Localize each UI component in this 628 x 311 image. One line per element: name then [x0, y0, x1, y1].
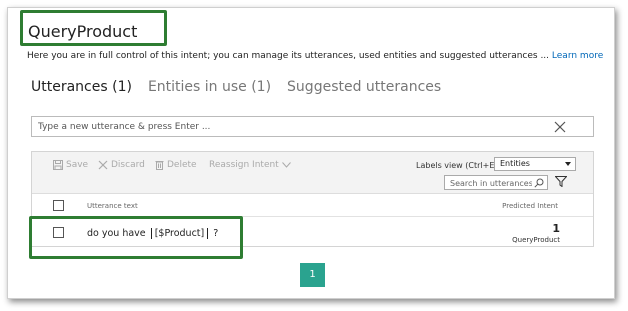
tab-utterances[interactable]: Utterances (1) [31, 79, 132, 95]
tab-entities-in-use[interactable]: Entities in use (1) [148, 79, 271, 95]
close-icon[interactable] [553, 120, 567, 134]
page-button-1[interactable]: 1 [300, 263, 325, 287]
discard-button[interactable]: Discard [98, 160, 145, 170]
learn-more-link[interactable]: Learn more [552, 51, 603, 61]
save-button[interactable]: Save [53, 160, 88, 170]
page-title: QueryProduct [28, 22, 138, 41]
discard-icon [98, 160, 108, 170]
utterance-input[interactable] [38, 120, 558, 134]
chevron-down-icon [281, 162, 291, 168]
filter-icon[interactable] [555, 176, 567, 187]
predicted-intent[interactable]: QueryProduct [512, 236, 560, 244]
select-all-checkbox[interactable] [53, 200, 64, 211]
trash-icon [155, 161, 164, 170]
predicted-intent-header: Predicted Intent [502, 202, 558, 210]
reassign-intent-button[interactable]: Reassign Intent [209, 160, 291, 170]
intent-tabs: Utterances (1) Entities in use (1) Sugge… [31, 79, 441, 95]
delete-label: Delete [167, 160, 197, 170]
tab-suggested-utterances[interactable]: Suggested utterances [287, 79, 441, 95]
labels-view-label: Labels view (Ctrl+E): [416, 161, 501, 170]
save-label: Save [66, 160, 89, 170]
delete-button[interactable]: Delete [155, 160, 197, 170]
labels-view-select[interactable]: Entities [494, 157, 576, 171]
utterance-input-box [31, 116, 594, 137]
utterance-text-header: Utterance text [87, 202, 138, 210]
utterances-toolbar: Save Discard Delete Reassign Intent Labe… [32, 152, 593, 194]
predicted-score: 1 [552, 222, 560, 235]
reassign-label: Reassign Intent [209, 160, 279, 170]
utterance-search-input[interactable] [450, 178, 532, 188]
dropdown-caret-icon [565, 162, 571, 166]
utterance-search-box [444, 175, 548, 190]
utterance-highlight-box [29, 216, 243, 259]
save-icon [53, 160, 63, 170]
table-header-row: Utterance text Predicted Intent [32, 194, 593, 217]
intent-description: Here you are in full control of this int… [27, 51, 603, 61]
labels-view-value: Entities [500, 159, 530, 168]
description-text: Here you are in full control of this int… [27, 51, 550, 61]
discard-label: Discard [111, 160, 145, 170]
search-icon[interactable] [534, 178, 544, 188]
